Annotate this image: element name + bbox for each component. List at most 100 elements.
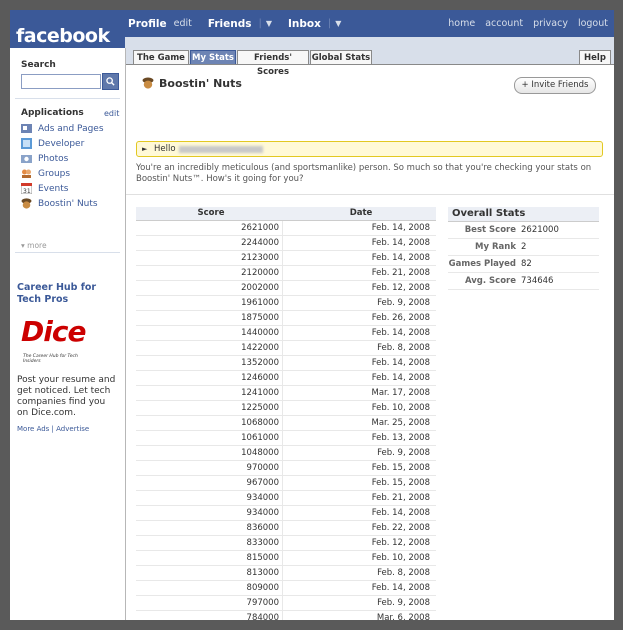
dice-ad-logo[interactable]: Dice The Career Hub for Tech Insiders (17, 312, 95, 369)
more-apps-link[interactable]: ▾ more (21, 241, 47, 250)
table-row: 797000 Feb. 9, 2008 (136, 596, 436, 611)
hello-bar[interactable]: ► Hello (136, 141, 603, 157)
table-row: 1061000 Feb. 13, 2008 (136, 431, 436, 446)
sidebar-item-label: Photos (38, 153, 69, 164)
score-cell: 2244000 (136, 236, 283, 250)
date-cell: Feb. 9, 2008 (377, 298, 430, 308)
sidebar-item-label: Groups (38, 168, 71, 179)
stat-value: 82 (521, 259, 532, 269)
table-row: 1440000 Feb. 14, 2008 (136, 326, 436, 341)
score-cell: 2120000 (136, 266, 283, 280)
date-cell: Feb. 14, 2008 (371, 583, 430, 593)
score-cell: 836000 (136, 521, 283, 535)
nav-profile[interactable]: Profile (128, 18, 167, 30)
table-row: 833000 Feb. 12, 2008 (136, 536, 436, 551)
svg-text:31: 31 (23, 188, 31, 194)
score-cell: 1241000 (136, 386, 283, 400)
nav-underbar (125, 37, 614, 48)
score-cell: 970000 (136, 461, 283, 475)
table-row: 1352000 Feb. 14, 2008 (136, 356, 436, 371)
search-button[interactable] (102, 73, 119, 90)
sidebar-item-events[interactable]: 31 Events (20, 181, 104, 196)
date-cell: Feb. 14, 2008 (371, 358, 430, 368)
tab-my-stats[interactable]: My Stats (190, 50, 236, 64)
table-row: 1048000 Feb. 9, 2008 (136, 446, 436, 461)
invite-friends-button[interactable]: + Invite Friends (514, 77, 596, 94)
tab-global-stats[interactable]: Global Stats (310, 50, 372, 64)
date-cell: Feb. 15, 2008 (371, 478, 430, 488)
sidebar-item-developer[interactable]: Developer (21, 136, 104, 151)
date-cell: Feb. 8, 2008 (377, 343, 430, 353)
groups-icon (21, 168, 32, 179)
score-cell: 1048000 (136, 446, 283, 460)
stat-label: Avg. Score (464, 276, 516, 286)
applications-edit-link[interactable]: edit (104, 109, 119, 118)
date-cell: Mar. 25, 2008 (371, 418, 430, 428)
search-input[interactable] (21, 74, 101, 89)
app-tabs: The Game My Stats Friends' Scores Global… (126, 48, 614, 77)
nav-inbox[interactable]: Inbox (288, 18, 321, 30)
table-row: 2621000 Feb. 14, 2008 (136, 221, 436, 236)
search-icon (106, 77, 115, 86)
nav-account[interactable]: account (485, 18, 523, 29)
browser-frame: facebook Profile edit Friends | ▼ Inbox … (10, 10, 614, 620)
nav-profile-edit[interactable]: edit (174, 18, 192, 29)
scores-table-header: Score Date (136, 207, 436, 221)
date-cell: Feb. 14, 2008 (371, 508, 430, 518)
score-cell: 1352000 (136, 356, 283, 370)
sidebar-item-groups[interactable]: Groups (21, 166, 104, 181)
sidebar-item-label: Ads and Pages (38, 123, 104, 134)
top-bar: facebook Profile edit Friends | ▼ Inbox … (10, 10, 614, 48)
nav-logout[interactable]: logout (578, 18, 608, 29)
table-row: 2002000 Feb. 12, 2008 (136, 281, 436, 296)
table-row: 813000 Feb. 8, 2008 (136, 566, 436, 581)
top-nav-left: Profile edit Friends | ▼ Inbox | ▼ (128, 10, 357, 37)
table-row: 2120000 Feb. 21, 2008 (136, 266, 436, 281)
score-cell: 815000 (136, 551, 283, 565)
score-cell: 1961000 (136, 296, 283, 310)
sidebar-item-boostin-nuts[interactable]: Boostin' Nuts (21, 196, 104, 211)
nav-friends[interactable]: Friends (208, 18, 252, 30)
date-cell: Feb. 14, 2008 (371, 223, 430, 233)
tab-help[interactable]: Help (579, 50, 611, 64)
app-title: Boostin' Nuts (159, 77, 242, 90)
table-row: 934000 Feb. 14, 2008 (136, 506, 436, 521)
date-cell: Feb. 10, 2008 (371, 553, 430, 563)
tab-friends-scores[interactable]: Friends' Scores (237, 50, 309, 77)
stat-row: My Rank 2 (448, 239, 599, 256)
stat-label: My Rank (475, 242, 516, 252)
blurred-user-name (179, 146, 263, 153)
sidebar-item-photos[interactable]: Photos (21, 151, 104, 166)
nav-privacy[interactable]: privacy (533, 18, 568, 29)
divider (126, 194, 614, 195)
stat-row: Best Score 2621000 (448, 222, 599, 239)
stat-row: Games Played 82 (448, 256, 599, 273)
inbox-dropdown-icon[interactable]: ▼ (335, 19, 341, 28)
table-row: 970000 Feb. 15, 2008 (136, 461, 436, 476)
acorn-icon (142, 77, 154, 89)
sidebar-item-ads-and-pages[interactable]: Ads and Pages (21, 121, 104, 136)
date-cell: Feb. 15, 2008 (371, 463, 430, 473)
table-row: 1961000 Feb. 9, 2008 (136, 296, 436, 311)
facebook-logo[interactable]: facebook (16, 25, 110, 47)
table-row: 1422000 Feb. 8, 2008 (136, 341, 436, 356)
table-row: 2244000 Feb. 14, 2008 (136, 236, 436, 251)
app-header (126, 64, 614, 127)
ad-title[interactable]: Career Hub for Tech Pros (17, 282, 117, 306)
date-cell: Feb. 21, 2008 (371, 268, 430, 278)
date-cell: Feb. 21, 2008 (371, 493, 430, 503)
table-row: 967000 Feb. 15, 2008 (136, 476, 436, 491)
photos-icon (21, 153, 32, 164)
overall-stats: Overall Stats Best Score 2621000 My Rank 2 G… (448, 207, 599, 290)
events-icon: 31 (20, 182, 33, 195)
ad-links[interactable]: More Ads | Advertise (17, 425, 89, 433)
nav-home[interactable]: home (448, 18, 475, 29)
tab-the-game[interactable]: The Game (133, 50, 189, 64)
score-cell: 797000 (136, 596, 283, 610)
nav-separator: | (258, 18, 262, 29)
date-cell: Feb. 9, 2008 (377, 448, 430, 458)
friends-dropdown-icon[interactable]: ▼ (266, 19, 272, 28)
expand-arrow-icon[interactable]: ► (142, 142, 147, 156)
table-row: 809000 Feb. 14, 2008 (136, 581, 436, 596)
main-content: The Game My Stats Friends' Scores Global… (126, 48, 614, 620)
